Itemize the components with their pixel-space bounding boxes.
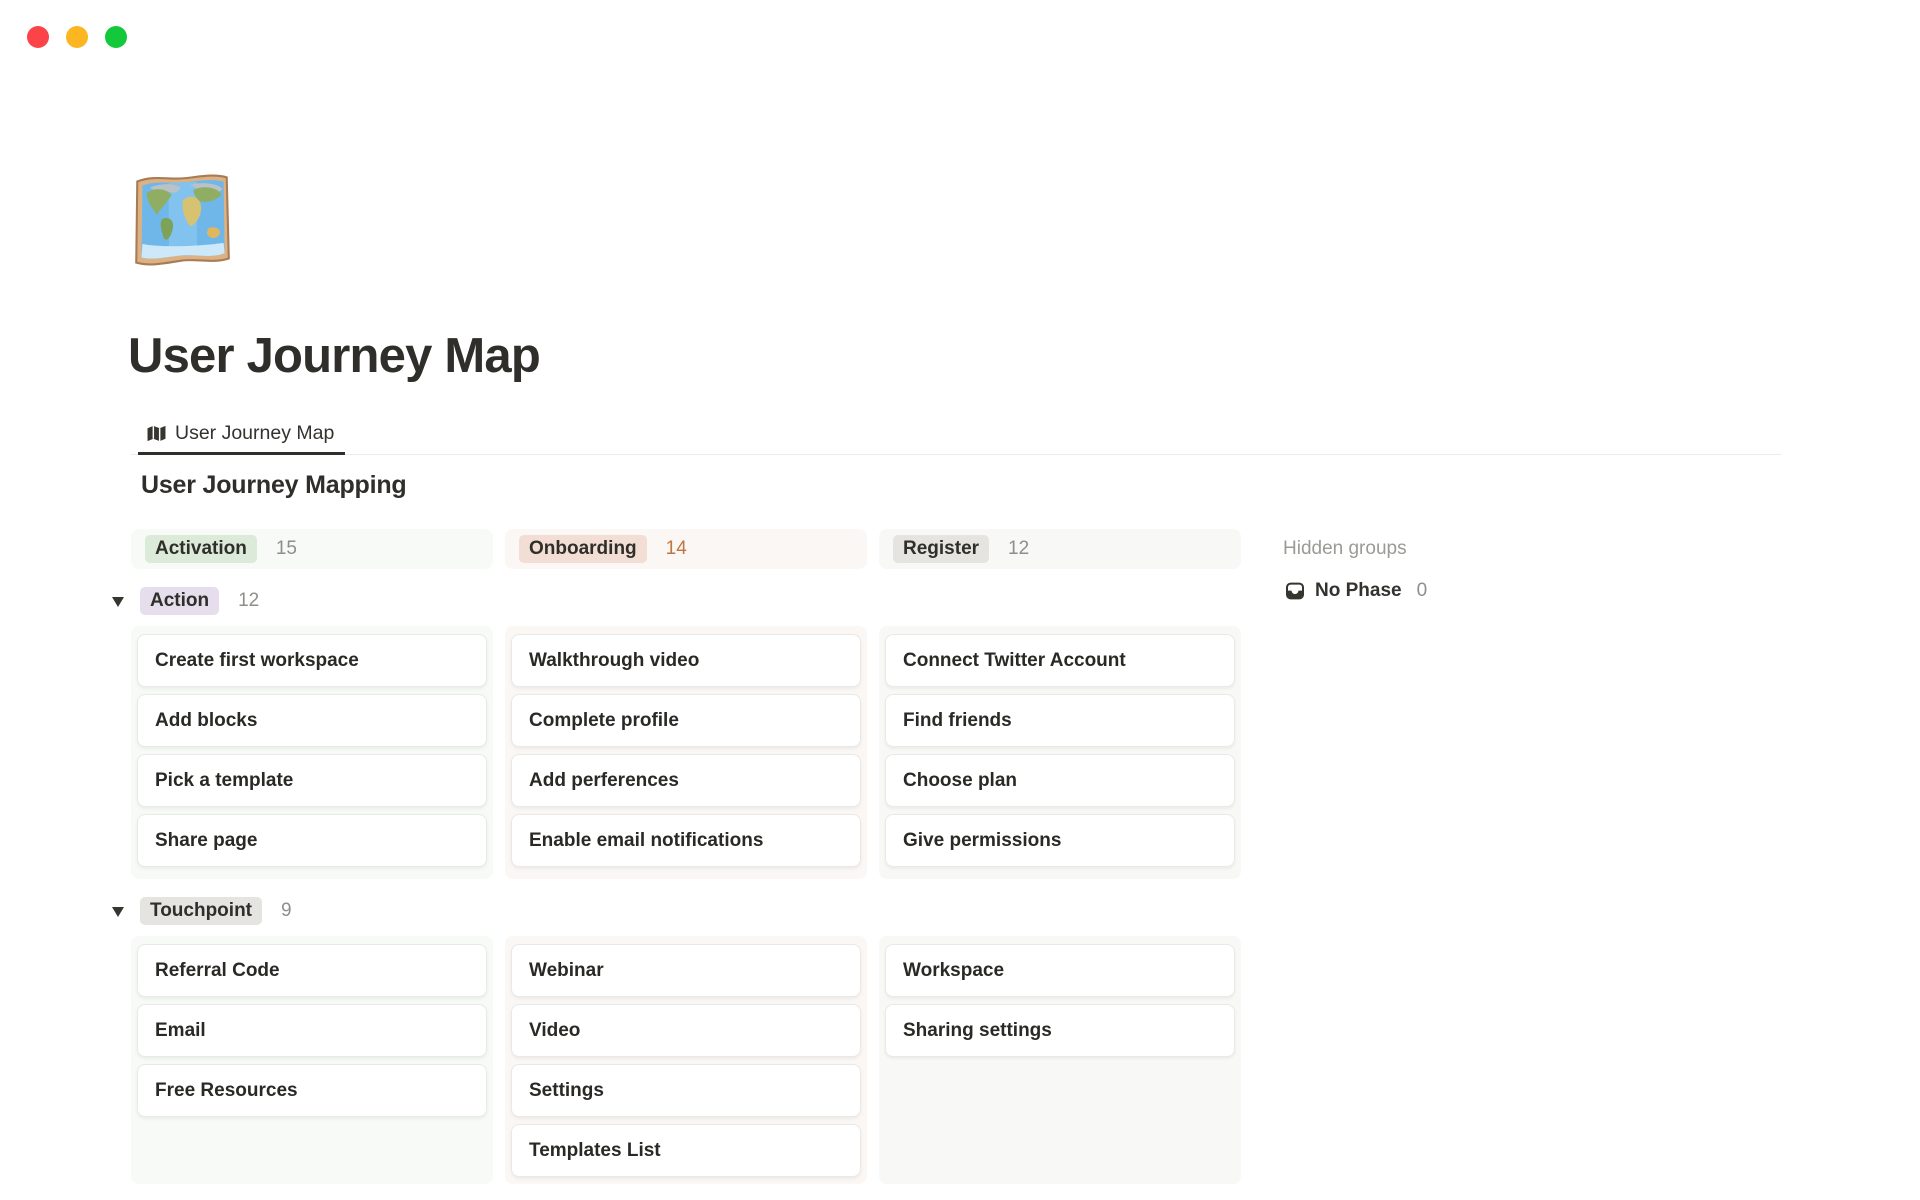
board-card[interactable]: Walkthrough video [511,634,861,687]
world-map-emoji-icon [130,170,234,270]
column-badge[interactable]: Onboarding [519,535,647,564]
view-heading: User Journey Mapping [141,471,407,500]
board-card[interactable]: Email [137,1004,487,1057]
column-count: 12 [1008,538,1029,560]
board-card[interactable]: Connect Twitter Account [885,634,1235,687]
map-view-icon [147,425,166,442]
board-card[interactable]: Complete profile [511,694,861,747]
column-badge[interactable]: Activation [145,535,257,564]
column-header-register[interactable]: Register 12 [879,529,1241,569]
close-button[interactable] [27,26,49,48]
column-header-onboarding[interactable]: Onboarding 14 [505,529,867,569]
board-card[interactable]: Share page [137,814,487,867]
inbox-icon [1285,581,1305,601]
board-card[interactable]: Templates List [511,1124,861,1177]
board-column-lane: Connect Twitter Account Find friends Cho… [879,626,1241,879]
group-section-touchpoint: Referral Code Email Free Resources Webin… [131,936,1241,1184]
minimize-button[interactable] [66,26,88,48]
board-view: Activation 15 Onboarding 14 Register 12 … [131,529,1241,1184]
board-card[interactable]: Add blocks [137,694,487,747]
tab-user-journey-map[interactable]: User Journey Map [138,415,345,455]
hidden-group-no-phase[interactable]: No Phase 0 [1285,580,1427,602]
hidden-group-label: No Phase [1315,580,1402,602]
column-count: 14 [666,538,687,560]
page-title[interactable]: User Journey Map [128,328,540,384]
group-row-touchpoint: Touchpoint 9 [131,898,1241,924]
column-badge[interactable]: Register [893,535,989,564]
board-card[interactable]: Create first workspace [137,634,487,687]
tab-label: User Journey Map [175,422,334,445]
board-card[interactable]: Webinar [511,944,861,997]
board-column-lane: Workspace Sharing settings [879,936,1241,1184]
board-card[interactable]: Pick a template [137,754,487,807]
board-card[interactable]: Settings [511,1064,861,1117]
triangle-down-icon[interactable] [112,907,124,917]
hidden-group-count: 0 [1417,580,1428,602]
group-row-action: Action 12 [131,588,1241,614]
triangle-down-icon[interactable] [112,597,124,607]
board-card[interactable]: Video [511,1004,861,1057]
group-badge[interactable]: Touchpoint [140,897,262,926]
group-count: 9 [281,900,292,922]
board-card[interactable]: Find friends [885,694,1235,747]
board-column-lane: Walkthrough video Complete profile Add p… [505,626,867,879]
board-card[interactable]: Add perferences [511,754,861,807]
group-badge[interactable]: Action [140,587,219,616]
group-count: 12 [238,590,259,612]
board-card[interactable]: Workspace [885,944,1235,997]
board-card[interactable]: Free Resources [137,1064,487,1117]
board-card[interactable]: Choose plan [885,754,1235,807]
board-column-lane: Create first workspace Add blocks Pick a… [131,626,493,879]
column-header-activation[interactable]: Activation 15 [131,529,493,569]
window-controls [27,26,127,48]
column-count: 15 [276,538,297,560]
group-section-action: Create first workspace Add blocks Pick a… [131,626,1241,879]
page-icon[interactable] [130,170,234,270]
board-card[interactable]: Give permissions [885,814,1235,867]
board-card[interactable]: Sharing settings [885,1004,1235,1057]
view-tabbar: User Journey Map [131,415,1781,455]
board-card[interactable]: Enable email notifications [511,814,861,867]
board-column-lane: Webinar Video Settings Templates List [505,936,867,1184]
board-card[interactable]: Referral Code [137,944,487,997]
column-headers-row: Activation 15 Onboarding 14 Register 12 [131,529,1241,569]
zoom-button[interactable] [105,26,127,48]
hidden-groups-title: Hidden groups [1283,538,1407,560]
board-column-lane: Referral Code Email Free Resources [131,936,493,1184]
